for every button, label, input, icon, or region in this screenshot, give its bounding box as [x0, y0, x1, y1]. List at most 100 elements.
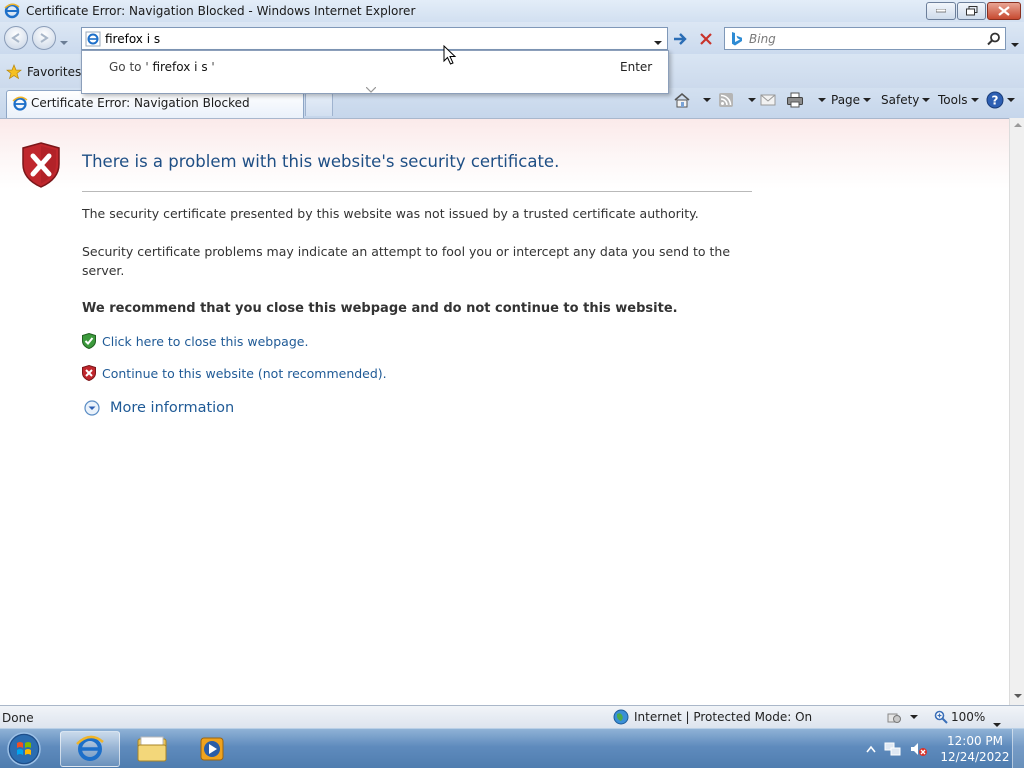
mail-icon: [760, 94, 776, 106]
recent-pages-dropdown[interactable]: [60, 34, 68, 48]
page-menu-button[interactable]: Page: [831, 90, 872, 110]
continue-to-website-link[interactable]: Continue to this website (not recommende…: [82, 365, 387, 381]
go-to-suffix: ': [211, 60, 215, 74]
go-to-prefix: Go to ': [109, 60, 149, 74]
printer-icon: [787, 92, 803, 108]
restore-icon: [965, 6, 977, 16]
taskbar-internet-explorer[interactable]: [60, 731, 120, 767]
stop-button[interactable]: [696, 29, 716, 49]
status-text: Done: [2, 711, 34, 725]
show-hidden-icons-icon[interactable]: [866, 745, 876, 753]
red-shield-icon: [82, 365, 96, 381]
restore-button[interactable]: [957, 2, 986, 20]
rss-feed-icon: [719, 93, 733, 107]
address-bar: [81, 27, 668, 50]
read-mail-button[interactable]: [760, 90, 776, 110]
windows-orb-icon: [7, 732, 41, 766]
back-button[interactable]: [4, 26, 28, 50]
scroll-up-icon[interactable]: [1014, 122, 1022, 128]
taskbar-media-player[interactable]: [182, 731, 242, 767]
chevron-down-icon: [60, 41, 68, 45]
close-window-button[interactable]: [987, 2, 1021, 20]
search-input[interactable]: [749, 31, 979, 47]
chevron-down-icon: [654, 41, 662, 45]
page-icon: [85, 31, 101, 50]
chevron-down-icon: [910, 715, 918, 719]
safety-menu-button[interactable]: Safety: [881, 90, 931, 110]
home-icon: [674, 92, 690, 108]
go-to-value: firefox i s: [148, 60, 212, 74]
favorites-button[interactable]: Favorites: [6, 62, 81, 82]
more-information-label[interactable]: More information: [110, 400, 234, 416]
chevron-down-icon: [818, 98, 826, 102]
tab-label: Certificate Error: Navigation Blocked: [31, 96, 250, 110]
safety-menu-label: Safety: [881, 93, 920, 107]
chevron-down-icon: [970, 98, 979, 102]
close-icon: [998, 6, 1010, 16]
bing-logo-icon: [730, 31, 744, 50]
certificate-issuer-text: The security certificate presented by th…: [82, 206, 699, 221]
security-zone-indicator[interactable]: Internet | Protected Mode: On: [613, 709, 812, 725]
zoom-level-text: 100%: [951, 710, 986, 724]
new-tab-button[interactable]: [305, 92, 333, 116]
close-webpage-link[interactable]: Click here to close this webpage.: [82, 333, 308, 349]
green-shield-icon: [82, 333, 96, 349]
ie-logo-icon: [4, 3, 20, 22]
feeds-button[interactable]: [718, 90, 756, 110]
media-player-icon: [200, 737, 224, 761]
error-shield-icon: [21, 142, 61, 191]
tools-menu-label: Tools: [938, 93, 968, 107]
help-icon: ?: [986, 91, 1004, 109]
system-tray: [866, 729, 928, 768]
minimize-icon: [936, 9, 946, 13]
search-box: [724, 27, 1006, 50]
help-button[interactable]: ?: [986, 90, 1015, 110]
continue-link-text[interactable]: Continue to this website (not recommende…: [102, 366, 387, 381]
go-button[interactable]: [670, 29, 690, 49]
more-information-toggle[interactable]: More information: [84, 400, 234, 416]
minimize-button[interactable]: [926, 2, 956, 20]
clock-time: 12:00 PM: [947, 734, 1003, 748]
zoom-level-button[interactable]: 100%: [934, 710, 985, 724]
print-button[interactable]: [786, 90, 826, 110]
close-webpage-link-text[interactable]: Click here to close this webpage.: [102, 334, 308, 349]
scroll-down-icon[interactable]: [1014, 693, 1022, 699]
search-options-dropdown[interactable]: [1011, 36, 1019, 50]
svg-text:?: ?: [992, 94, 999, 108]
go-to-suggestion[interactable]: Go to ' firefox i s ': [109, 60, 215, 74]
forward-button[interactable]: [32, 26, 56, 50]
volume-muted-icon[interactable]: [910, 741, 928, 757]
security-settings-icon: [887, 713, 901, 723]
start-button[interactable]: [4, 731, 44, 767]
system-clock[interactable]: 12:00 PM 12/24/2022: [940, 733, 1010, 765]
chevron-down-icon: [863, 98, 872, 102]
vertical-scrollbar[interactable]: [1009, 118, 1024, 705]
page-content: There is a problem with this website's s…: [0, 118, 1009, 705]
address-input[interactable]: [105, 31, 625, 47]
show-more-suggestions[interactable]: [365, 82, 377, 96]
page-title: There is a problem with this website's s…: [82, 152, 560, 171]
folder-icon: [137, 736, 167, 762]
network-icon[interactable]: [884, 741, 902, 757]
tab-certificate-error[interactable]: Certificate Error: Navigation Blocked: [6, 90, 304, 118]
arrow-cursor-icon: [443, 44, 457, 65]
globe-icon: [613, 709, 629, 725]
recommendation-text: We recommend that you close this webpage…: [82, 301, 678, 316]
chevron-down-icon: [748, 98, 756, 102]
protected-mode-settings[interactable]: [886, 710, 918, 724]
address-dropdown[interactable]: [654, 34, 662, 48]
window-title: Certificate Error: Navigation Blocked - …: [26, 4, 416, 18]
chevron-down-icon: [922, 98, 931, 102]
search-icon[interactable]: [987, 32, 1001, 49]
taskbar-windows-explorer[interactable]: [122, 731, 182, 767]
tools-menu-button[interactable]: Tools: [938, 90, 979, 110]
chevron-down-icon: [1007, 98, 1015, 102]
page-menu-label: Page: [831, 93, 861, 107]
show-desktop-button[interactable]: [1012, 729, 1024, 768]
chevron-down-icon: [703, 98, 711, 102]
favorites-label: Favorites: [27, 65, 82, 79]
zoom-magnifier-icon: [934, 710, 948, 724]
title-bar: Certificate Error: Navigation Blocked - …: [0, 0, 1024, 22]
security-warning-text: Security certificate problems may indica…: [82, 244, 731, 278]
home-button[interactable]: [673, 90, 711, 110]
